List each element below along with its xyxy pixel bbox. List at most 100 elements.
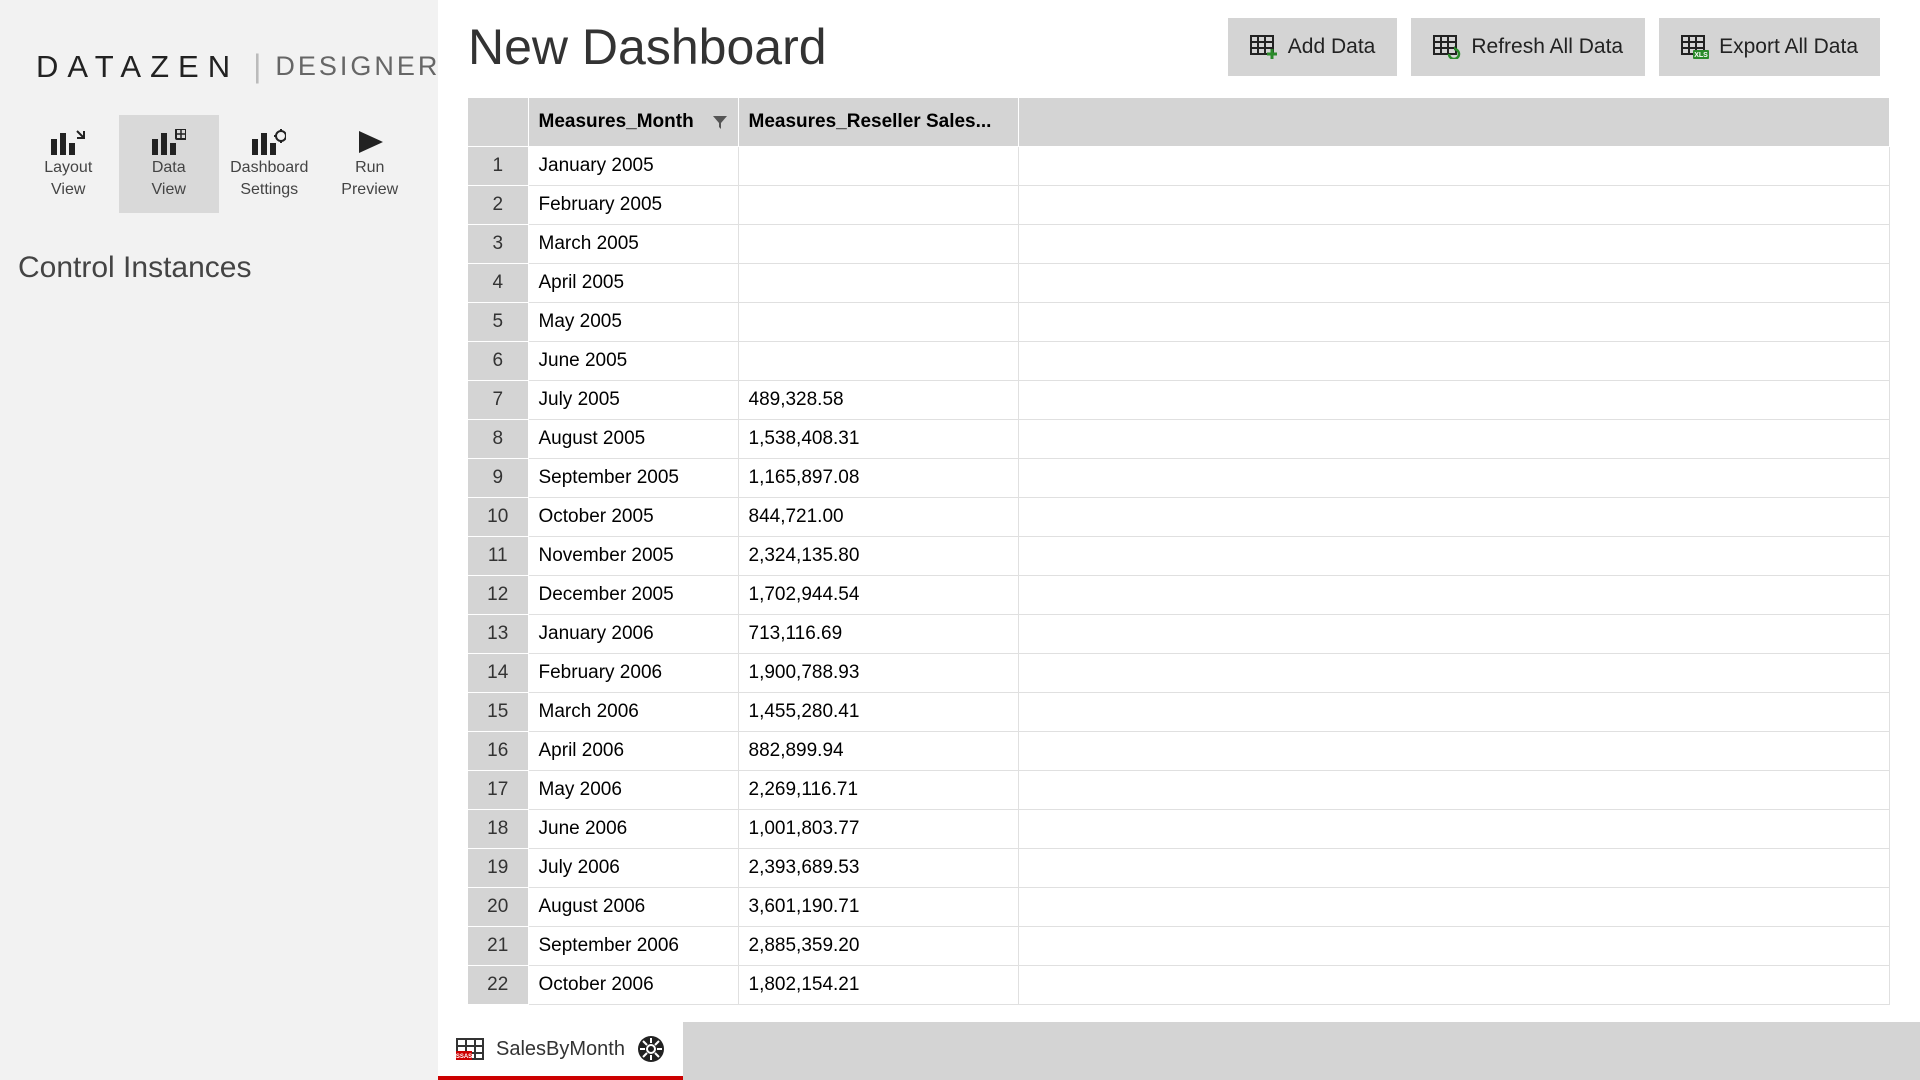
cell-month[interactable]: January 2006 xyxy=(528,614,738,653)
cell-month[interactable]: September 2006 xyxy=(528,926,738,965)
table-row[interactable]: 16April 2006882,899.94 xyxy=(468,731,1890,770)
row-number[interactable]: 7 xyxy=(468,380,528,419)
table-row[interactable]: 3March 2005 xyxy=(468,224,1890,263)
cell-month[interactable]: December 2005 xyxy=(528,575,738,614)
cell-reseller-sales[interactable]: 1,455,280.41 xyxy=(738,692,1018,731)
cell-month[interactable]: October 2005 xyxy=(528,497,738,536)
cell-month[interactable]: June 2006 xyxy=(528,809,738,848)
cell-month[interactable]: August 2006 xyxy=(528,887,738,926)
cell-reseller-sales[interactable]: 2,885,359.20 xyxy=(738,926,1018,965)
data-source-tab[interactable]: SSAS SalesByMonth xyxy=(438,1022,683,1080)
cell-month[interactable]: September 2005 xyxy=(528,458,738,497)
table-row[interactable]: 9September 20051,165,897.08 xyxy=(468,458,1890,497)
row-number[interactable]: 19 xyxy=(468,848,528,887)
row-number[interactable]: 16 xyxy=(468,731,528,770)
cell-reseller-sales[interactable]: 1,165,897.08 xyxy=(738,458,1018,497)
cell-reseller-sales[interactable] xyxy=(738,185,1018,224)
table-row[interactable]: 2February 2005 xyxy=(468,185,1890,224)
cell-reseller-sales[interactable] xyxy=(738,263,1018,302)
table-row[interactable]: 13January 2006713,116.69 xyxy=(468,614,1890,653)
cell-month[interactable]: March 2006 xyxy=(528,692,738,731)
table-row[interactable]: 21September 20062,885,359.20 xyxy=(468,926,1890,965)
row-number[interactable]: 15 xyxy=(468,692,528,731)
table-row[interactable]: 12December 20051,702,944.54 xyxy=(468,575,1890,614)
cell-reseller-sales[interactable]: 882,899.94 xyxy=(738,731,1018,770)
nav-dashboard-settings[interactable]: Dashboard Settings xyxy=(219,115,320,213)
nav-layout-view[interactable]: Layout View xyxy=(18,115,119,213)
table-row[interactable]: 5May 2005 xyxy=(468,302,1890,341)
cell-month[interactable]: July 2006 xyxy=(528,848,738,887)
cell-reseller-sales[interactable]: 1,900,788.93 xyxy=(738,653,1018,692)
row-number[interactable]: 8 xyxy=(468,419,528,458)
row-number[interactable]: 20 xyxy=(468,887,528,926)
grid-rownum-header[interactable] xyxy=(468,98,528,146)
cell-month[interactable]: April 2006 xyxy=(528,731,738,770)
cell-month[interactable]: June 2005 xyxy=(528,341,738,380)
cell-month[interactable]: February 2006 xyxy=(528,653,738,692)
table-row[interactable]: 19July 20062,393,689.53 xyxy=(468,848,1890,887)
cell-reseller-sales[interactable]: 1,001,803.77 xyxy=(738,809,1018,848)
refresh-all-data-button[interactable]: Refresh All Data xyxy=(1411,18,1645,76)
cell-month[interactable]: November 2005 xyxy=(528,536,738,575)
row-number[interactable]: 10 xyxy=(468,497,528,536)
cell-reseller-sales[interactable] xyxy=(738,224,1018,263)
table-row[interactable]: 15March 20061,455,280.41 xyxy=(468,692,1890,731)
cell-reseller-sales[interactable]: 2,393,689.53 xyxy=(738,848,1018,887)
table-row[interactable]: 14February 20061,900,788.93 xyxy=(468,653,1890,692)
nav-run-preview[interactable]: Run Preview xyxy=(320,115,421,213)
row-number[interactable]: 1 xyxy=(468,146,528,185)
cell-reseller-sales[interactable] xyxy=(738,302,1018,341)
cell-reseller-sales[interactable]: 844,721.00 xyxy=(738,497,1018,536)
table-row[interactable]: 1January 2005 xyxy=(468,146,1890,185)
table-row[interactable]: 7July 2005489,328.58 xyxy=(468,380,1890,419)
cell-month[interactable]: February 2005 xyxy=(528,185,738,224)
cell-reseller-sales[interactable]: 3,601,190.71 xyxy=(738,887,1018,926)
cell-reseller-sales[interactable]: 713,116.69 xyxy=(738,614,1018,653)
table-row[interactable]: 20August 20063,601,190.71 xyxy=(468,887,1890,926)
cell-month[interactable]: July 2005 xyxy=(528,380,738,419)
add-data-button[interactable]: Add Data xyxy=(1228,18,1398,76)
row-number[interactable]: 21 xyxy=(468,926,528,965)
cell-reseller-sales[interactable] xyxy=(738,146,1018,185)
table-row[interactable]: 8August 20051,538,408.31 xyxy=(468,419,1890,458)
cell-reseller-sales[interactable]: 1,702,944.54 xyxy=(738,575,1018,614)
data-grid-scroll[interactable]: Measures_Month Measures_Reseller Sales..… xyxy=(468,98,1890,1022)
row-number[interactable]: 12 xyxy=(468,575,528,614)
cell-reseller-sales[interactable]: 2,269,116.71 xyxy=(738,770,1018,809)
cell-month[interactable]: April 2005 xyxy=(528,263,738,302)
row-number[interactable]: 22 xyxy=(468,965,528,1004)
table-row[interactable]: 6June 2005 xyxy=(468,341,1890,380)
cell-month[interactable]: March 2005 xyxy=(528,224,738,263)
cell-reseller-sales[interactable]: 489,328.58 xyxy=(738,380,1018,419)
table-row[interactable]: 4April 2005 xyxy=(468,263,1890,302)
row-number[interactable]: 6 xyxy=(468,341,528,380)
gear-icon[interactable] xyxy=(637,1035,665,1063)
row-number[interactable]: 3 xyxy=(468,224,528,263)
cell-reseller-sales[interactable] xyxy=(738,341,1018,380)
table-row[interactable]: 18June 20061,001,803.77 xyxy=(468,809,1890,848)
export-all-data-button[interactable]: XLS Export All Data xyxy=(1659,18,1880,76)
row-number[interactable]: 17 xyxy=(468,770,528,809)
row-number[interactable]: 4 xyxy=(468,263,528,302)
cell-month[interactable]: October 2006 xyxy=(528,965,738,1004)
grid-col-header-reseller-sales[interactable]: Measures_Reseller Sales... xyxy=(738,98,1018,146)
nav-data-view[interactable]: Data View xyxy=(119,115,220,213)
table-row[interactable]: 22October 20061,802,154.21 xyxy=(468,965,1890,1004)
cell-month[interactable]: August 2005 xyxy=(528,419,738,458)
cell-reseller-sales[interactable]: 1,802,154.21 xyxy=(738,965,1018,1004)
table-row[interactable]: 11November 20052,324,135.80 xyxy=(468,536,1890,575)
row-number[interactable]: 11 xyxy=(468,536,528,575)
filter-icon[interactable] xyxy=(712,114,728,130)
row-number[interactable]: 9 xyxy=(468,458,528,497)
row-number[interactable]: 13 xyxy=(468,614,528,653)
cell-reseller-sales[interactable]: 1,538,408.31 xyxy=(738,419,1018,458)
cell-month[interactable]: January 2005 xyxy=(528,146,738,185)
cell-month[interactable]: May 2006 xyxy=(528,770,738,809)
row-number[interactable]: 2 xyxy=(468,185,528,224)
cell-reseller-sales[interactable]: 2,324,135.80 xyxy=(738,536,1018,575)
row-number[interactable]: 5 xyxy=(468,302,528,341)
grid-col-header-month[interactable]: Measures_Month xyxy=(528,98,738,146)
table-row[interactable]: 17May 20062,269,116.71 xyxy=(468,770,1890,809)
cell-month[interactable]: May 2005 xyxy=(528,302,738,341)
row-number[interactable]: 18 xyxy=(468,809,528,848)
